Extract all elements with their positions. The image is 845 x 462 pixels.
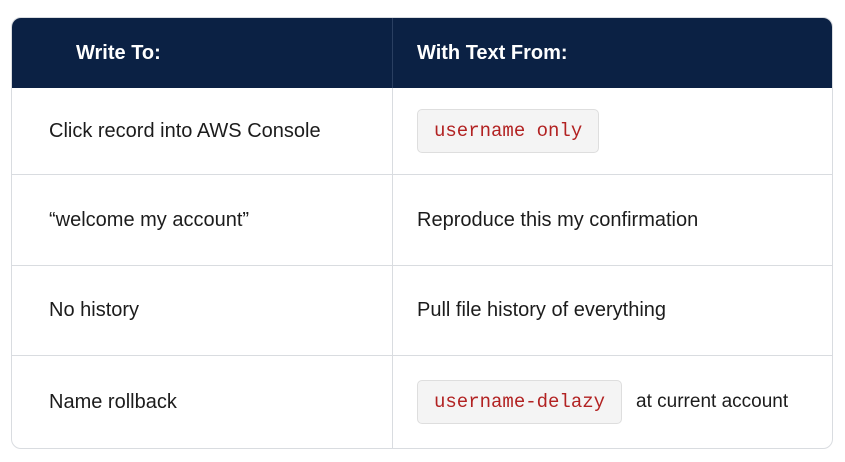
table-header-row: Write To: With Text From: — [12, 18, 832, 88]
column-header-with-text-from: With Text From: — [417, 41, 568, 64]
table-row: Click record into AWS Console username o… — [12, 88, 832, 174]
comparison-table: Write To: With Text From: Click record i… — [11, 17, 833, 449]
text-from-cell: username only — [393, 88, 832, 174]
column-header-write-to: Write To: — [12, 18, 393, 88]
table-row: No history Pull file history of everythi… — [12, 265, 832, 355]
table-row: Name rollback username-delazy at current… — [12, 355, 832, 448]
write-to-cell: Name rollback — [12, 356, 393, 448]
text-from-cell: Pull file history of everything — [417, 299, 667, 321]
write-to-cell: No history — [12, 266, 393, 355]
table-row: “welcome my account” Reproduce this my c… — [12, 174, 832, 265]
code-snippet: username only — [417, 109, 600, 153]
write-to-cell: Click record into AWS Console — [12, 88, 393, 174]
write-to-cell: “welcome my account” — [12, 175, 393, 265]
code-snippet: username-delazy — [417, 380, 623, 424]
text-from-cell: username-delazy at current account — [393, 356, 832, 448]
text-from-suffix: at current account — [636, 391, 789, 412]
text-from-cell: Reproduce this my confirmation — [417, 208, 699, 231]
